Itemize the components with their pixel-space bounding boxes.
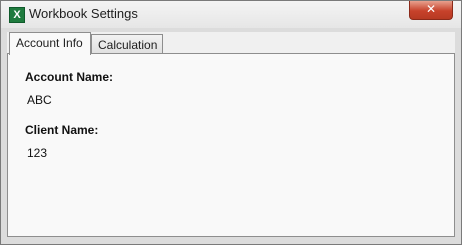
title-bar[interactable]: X Workbook Settings ✕ <box>1 1 461 28</box>
dialog-content: Account Info Calculation Account Name: A… <box>7 32 455 237</box>
account-name-label: Account Name: <box>25 70 114 84</box>
client-name-label: Client Name: <box>25 123 99 137</box>
account-info-panel: Account Name: ABC Client Name: 123 <box>7 53 455 237</box>
workbook-settings-window: X Workbook Settings ✕ Account Info Calcu… <box>0 0 462 245</box>
tab-strip: Account Info Calculation <box>7 32 455 55</box>
excel-icon: X <box>9 7 25 23</box>
tab-account-info[interactable]: Account Info <box>9 32 91 55</box>
account-name-value: ABC <box>27 93 52 107</box>
window-title: Workbook Settings <box>29 6 138 21</box>
tab-calculation[interactable]: Calculation <box>91 34 163 54</box>
close-button[interactable]: ✕ <box>409 1 453 20</box>
client-name-value: 123 <box>27 146 48 160</box>
